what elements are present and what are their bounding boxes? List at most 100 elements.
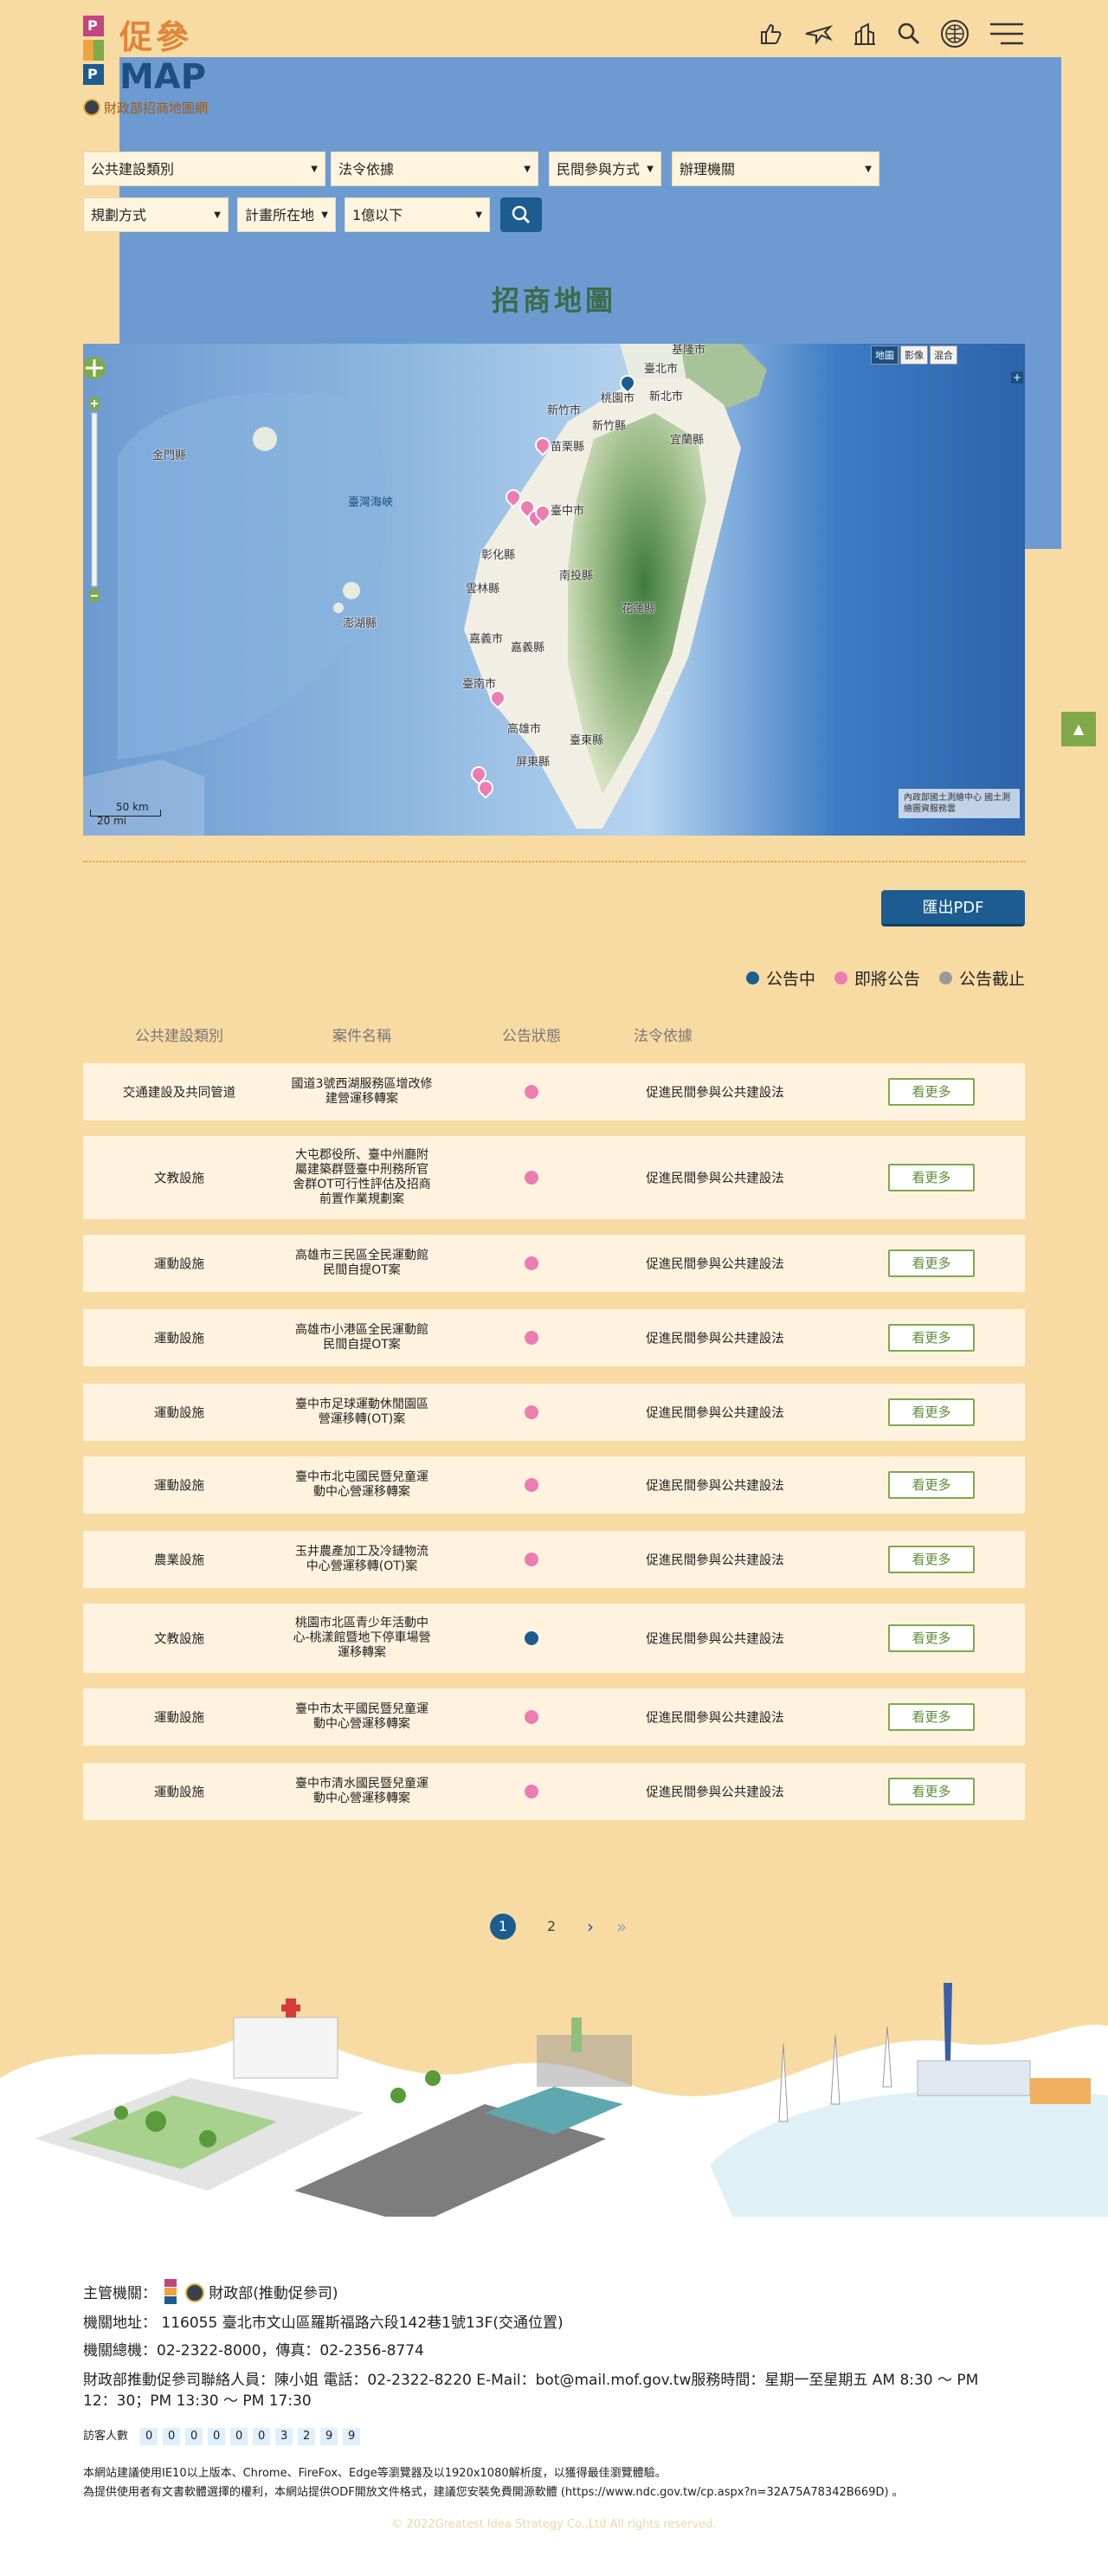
logo-mark-green (93, 40, 104, 61)
view-more-button[interactable]: 看更多 (888, 1164, 975, 1191)
table-row: 農業設施 玉井農產加工及冷鏈物流中心營運移轉(OT)案 促進民間參與公共建設法 看更多 (83, 1531, 1025, 1588)
status-dot (525, 1478, 538, 1492)
cell-category: 運動設施 (154, 1711, 204, 1726)
footer-odf-note[interactable]: 為提供使用者有文書軟體選擇的權利，本網站提供ODF開放文件格式，建議您安裝免費開… (83, 2482, 904, 2499)
map-label: 臺中市 (551, 505, 585, 518)
view-more-button[interactable]: 看更多 (888, 1703, 975, 1731)
map-zoom-control[interactable] (83, 344, 106, 621)
cell-project-name: 高雄市三民區全民運動館民間自提OT案 (295, 1249, 428, 1277)
map-label: 雲林縣 (466, 583, 500, 596)
cell-category: 運動設施 (154, 1785, 204, 1800)
map-type-hybrid[interactable]: 混合 (930, 345, 957, 365)
legend-item: 即將公告 (834, 966, 920, 990)
status-dot (525, 1085, 538, 1099)
view-more-button[interactable]: 看更多 (888, 1546, 975, 1573)
legend-label: 公告截止 (958, 970, 1025, 989)
view-more-button[interactable]: 看更多 (888, 1398, 975, 1426)
column-header: 法令依據 (634, 1028, 692, 1045)
cell-project-name: 國道3號西湖服務區增改修建營運移轉案 (291, 1077, 433, 1106)
investment-map[interactable]: 地圖 影像 混合 + 基隆市 臺北市 新北市 桃園市 新竹市 新竹縣 宜蘭縣 苗… (83, 344, 1025, 836)
legend-dot (938, 972, 952, 985)
cell-law: 促進民間參與公共建設法 (646, 1711, 784, 1726)
status-dot (525, 1553, 538, 1566)
menu-icon[interactable] (989, 21, 1025, 47)
copyright: © 2022Greatest Idea Strategy Co.,Ltd All… (391, 2518, 717, 2531)
cell-project-name: 大屯郡役所、臺中州廳附屬建築群暨臺中刑務所官舍群OT可行性評估及招商前置作業規劃… (293, 1148, 431, 1206)
section-title: 招商地圖 (461, 279, 647, 319)
map-label: 花蓮縣 (622, 603, 656, 616)
view-more-button[interactable]: 看更多 (888, 1078, 975, 1106)
view-more-button[interactable]: 看更多 (888, 1324, 975, 1352)
map-expand-button[interactable]: + (1011, 371, 1023, 384)
plan-select[interactable]: 規劃方式 (83, 197, 229, 233)
cell-law: 促進民間參與公共建設法 (646, 1086, 784, 1101)
legend-label: 公告中 (765, 970, 815, 989)
map-label: 臺南市 (462, 678, 497, 691)
map-label: 高雄市 (507, 723, 542, 736)
authority-link[interactable]: 財政部(推動促參司) (209, 2285, 338, 2302)
ministry-seal-icon (184, 2283, 204, 2302)
status-dot (525, 1631, 538, 1645)
ministry-seal-icon (83, 99, 100, 116)
cell-category: 運動設施 (154, 1406, 204, 1421)
status-dot (525, 1331, 538, 1345)
site-logo[interactable]: P P 促參 MAP 財政部招商地圖網 (83, 16, 1061, 549)
logo-mark: P (83, 16, 104, 36)
law-select[interactable]: 法令依據 (331, 152, 538, 187)
agency-select[interactable]: 辦理機關 (672, 152, 879, 187)
map-copyright: 內政部國土測繪中心 國土測繪圖資服務雲 (899, 789, 1020, 818)
page-1-button[interactable]: 1 (490, 1914, 516, 1940)
column-header: 公告狀態 (502, 1028, 561, 1045)
column-header: 公共建設類別 (135, 1028, 223, 1045)
view-more-button[interactable]: 看更多 (888, 1249, 975, 1277)
cell-project-name: 臺中市太平國民暨兒童運動中心營運移轉案 (295, 1702, 428, 1731)
next-page-button[interactable]: › (587, 1916, 594, 1937)
city-icon[interactable] (852, 21, 878, 47)
map-type-map[interactable]: 地圖 (871, 345, 899, 365)
city-illustration (0, 1983, 1108, 2243)
view-more-button[interactable]: 看更多 (888, 1624, 975, 1652)
category-select[interactable]: 公共建設類別 (83, 152, 325, 187)
footer-authority: 主管機關： 財政部(推動促參司) (83, 2279, 338, 2305)
search-icon[interactable] (897, 22, 921, 46)
cell-project-name: 高雄市小港區全民運動館民間自提OT案 (295, 1323, 428, 1352)
cell-project-name: 桃園市北區青少年活動中心-桃漾館暨地下停車場營運移轉案 (293, 1616, 431, 1660)
map-label: 宜蘭縣 (670, 434, 705, 447)
plane-icon[interactable] (803, 21, 833, 47)
promotion-logo-icon (164, 2279, 177, 2305)
view-more-button[interactable]: 看更多 (888, 1778, 975, 1805)
cell-law: 促進民間參與公共建設法 (646, 1257, 784, 1272)
map-label: 基隆市 (672, 344, 706, 357)
cell-law: 促進民間參與公共建設法 (646, 1172, 784, 1186)
footer-phone: 機關總機：02-2322-8000，傳真：02-2356-8774 (83, 2342, 424, 2360)
logo-subtitle: 財政部招商地圖網 (83, 99, 208, 117)
cell-category: 文教設施 (154, 1632, 204, 1647)
map-label: 臺灣海峽 (348, 496, 394, 509)
map-canvas[interactable] (83, 344, 1025, 836)
map-label: 新竹縣 (592, 420, 627, 433)
cell-category: 運動設施 (154, 1479, 204, 1494)
map-label: 臺北市 (644, 363, 679, 376)
search-button[interactable] (500, 197, 542, 232)
view-more-button[interactable]: 看更多 (888, 1471, 975, 1499)
map-type-satellite[interactable]: 影像 (900, 345, 928, 365)
page-2-button[interactable]: 2 (538, 1914, 564, 1940)
map-label: 南投縣 (559, 570, 594, 583)
top-nav-icons (758, 19, 1025, 48)
visitor-digit: 3 (275, 2428, 293, 2445)
visitor-digit: 9 (343, 2428, 361, 2445)
location-select[interactable]: 計畫所在地 (237, 197, 336, 233)
back-to-top-button[interactable]: ▲ (1061, 712, 1096, 746)
visitor-counter: 訪客人數 0000003299 (83, 2426, 361, 2445)
visitor-label: 訪客人數 (83, 2430, 129, 2443)
method-select[interactable]: 民間參與方式 (549, 152, 661, 187)
legend-item: 公告中 (745, 966, 815, 990)
thumbs-up-icon[interactable] (758, 21, 784, 47)
export-pdf-button[interactable]: 匯出PDF (881, 890, 1025, 926)
amount-select[interactable]: 1億以下 (345, 197, 490, 233)
table-row: 運動設施 高雄市三民區全民運動館民間自提OT案 促進民間參與公共建設法 看更多 (83, 1235, 1025, 1292)
legend-dot (745, 972, 759, 985)
globe-icon[interactable] (940, 19, 970, 48)
legend-item: 公告截止 (938, 966, 1025, 990)
last-page-button[interactable]: » (616, 1916, 627, 1937)
